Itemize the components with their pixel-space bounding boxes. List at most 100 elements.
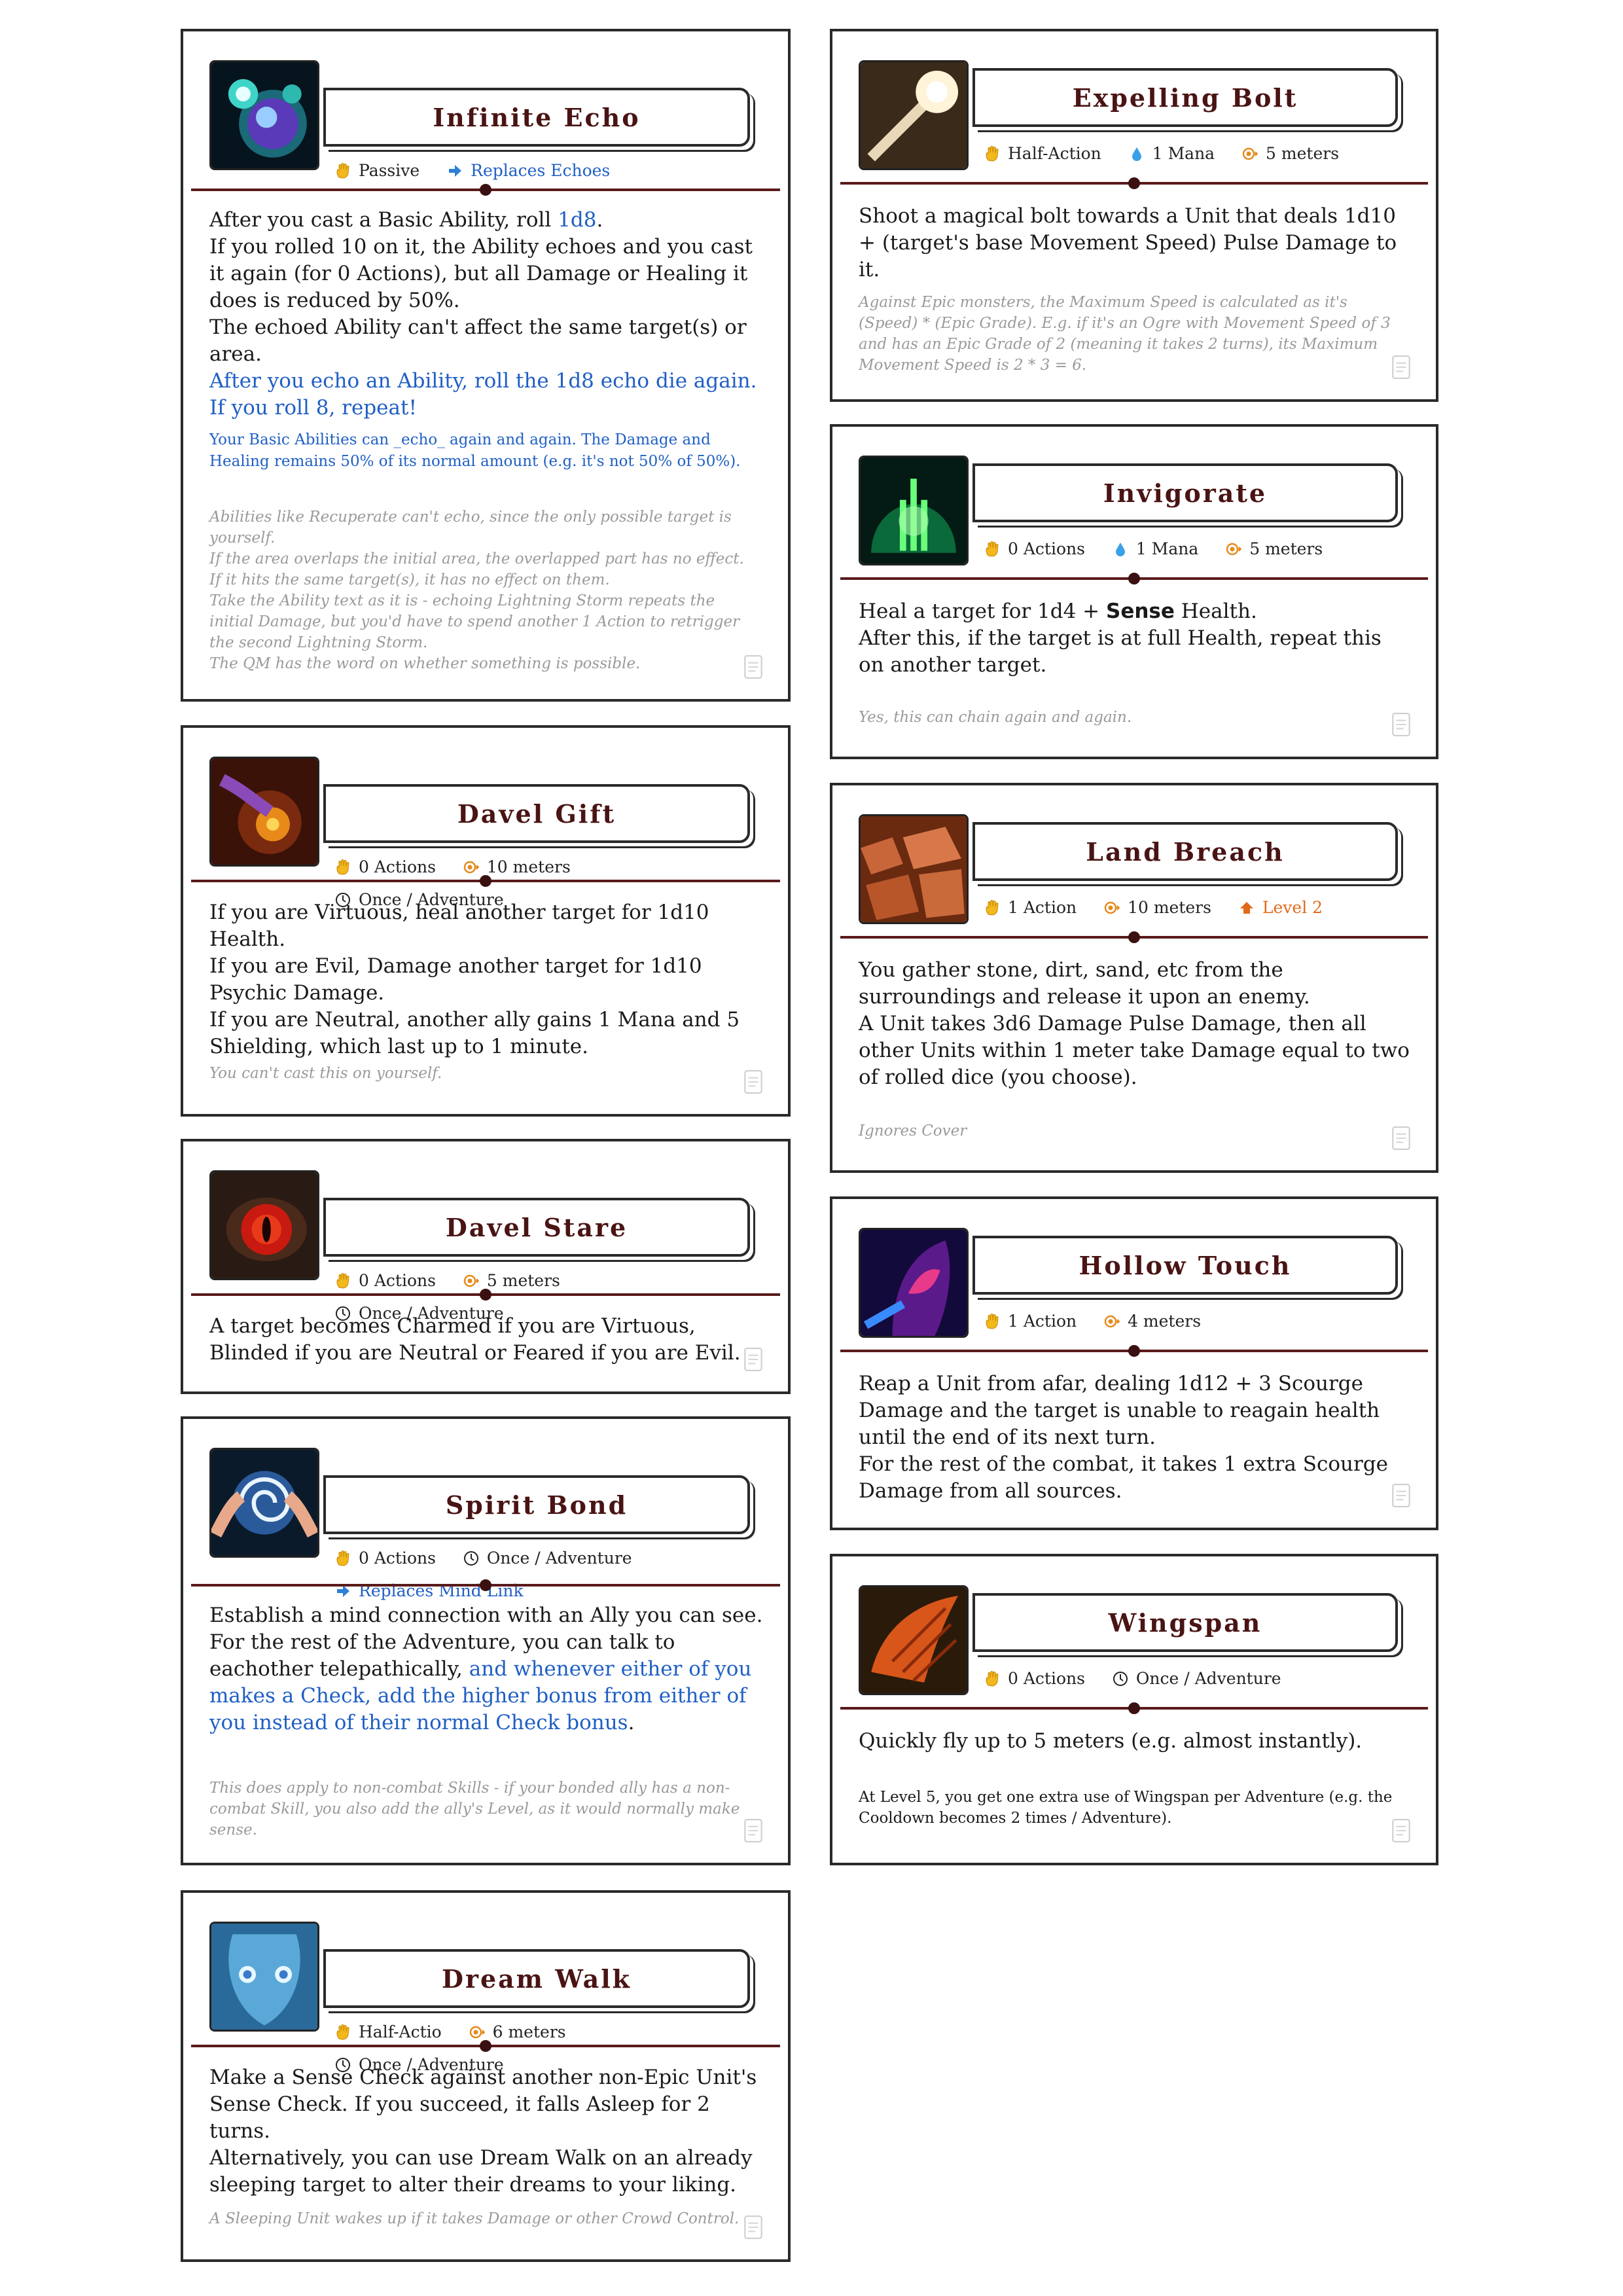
gift-hand-icon bbox=[209, 757, 319, 867]
hand-icon bbox=[986, 1314, 999, 1329]
card-note: At Level 5, you get one extra use of Win… bbox=[859, 1789, 1393, 1827]
hand-icon bbox=[336, 2024, 349, 2040]
card-body: If you are Virtuous, heal another target… bbox=[209, 901, 740, 1058]
hand-icon bbox=[986, 900, 999, 916]
range-icon bbox=[1226, 543, 1242, 556]
range-icon bbox=[469, 2026, 485, 2039]
ability-card-land-breach: Land Breach 1 Action 10 meters Level 2 Y… bbox=[830, 783, 1438, 1173]
divider bbox=[840, 1345, 1428, 1357]
cooldown-icon bbox=[463, 1551, 478, 1566]
page-icon[interactable] bbox=[743, 1818, 763, 1843]
level-up-icon bbox=[1240, 902, 1253, 914]
page-icon[interactable] bbox=[1391, 1818, 1411, 1843]
ability-card-infinite-echo: Infinite Echo Passive Replaces Echoes Af… bbox=[181, 29, 791, 702]
page-icon[interactable] bbox=[743, 1347, 763, 1372]
hand-icon bbox=[336, 1273, 349, 1289]
hooded-figure-icon bbox=[859, 1228, 969, 1338]
range-icon bbox=[463, 861, 479, 874]
card-title: Davel Gift bbox=[323, 784, 750, 843]
card-body: Establish a mind connection with an Ally… bbox=[209, 1604, 763, 1734]
ability-card-hollow-touch: Hollow Touch 1 Action 4 meters Reap a Un… bbox=[830, 1196, 1438, 1530]
range-icon bbox=[463, 1274, 479, 1287]
card-body: After you cast a Basic Ability, roll 1d8… bbox=[209, 208, 757, 420]
card-tags: Passive Replaces Echoes bbox=[335, 156, 762, 188]
page-icon[interactable] bbox=[1391, 1483, 1411, 1508]
card-footer: Abilities like Recuperate can't echo, si… bbox=[209, 509, 744, 672]
divider bbox=[191, 1289, 780, 1300]
page-icon[interactable] bbox=[1391, 712, 1411, 737]
card-note: Your Basic Abilities can _echo_ again an… bbox=[209, 431, 741, 470]
divider bbox=[840, 931, 1428, 943]
card-body: You gather stone, dirt, sand, etc from t… bbox=[859, 958, 1410, 1089]
card-footer: Against Epic monsters, the Maximum Speed… bbox=[859, 294, 1391, 374]
card-body: Quickly fly up to 5 meters (e.g. almost … bbox=[859, 1729, 1363, 1753]
card-body: Shoot a magical bolt towards a Unit that… bbox=[859, 204, 1397, 281]
mana-drop-icon bbox=[1132, 147, 1141, 161]
card-footer: Yes, this can chain again and again. bbox=[859, 709, 1132, 726]
hand-icon bbox=[336, 1551, 349, 1566]
card-tags: 0 Actions Once / Adventure bbox=[984, 1664, 1410, 1696]
card-tags: 1 Action 4 meters bbox=[984, 1306, 1410, 1339]
card-title: Davel Stare bbox=[323, 1198, 750, 1257]
range-icon bbox=[1242, 147, 1258, 160]
page-icon[interactable] bbox=[1391, 355, 1411, 380]
ability-card-davel-stare: Davel Stare 0 Actions 5 meters Once / Ad… bbox=[181, 1139, 791, 1394]
card-footer: You can't cast this on yourself. bbox=[209, 1065, 442, 1082]
ability-card-wingspan: Wingspan 0 Actions Once / Adventure Quic… bbox=[830, 1554, 1438, 1865]
page-icon[interactable] bbox=[743, 2215, 763, 2240]
ability-card-expelling-bolt: Expelling Bolt Half-Action 1 Mana 5 mete… bbox=[830, 29, 1438, 402]
red-eye-icon bbox=[209, 1170, 319, 1280]
hand-icon bbox=[986, 1671, 999, 1687]
page-icon[interactable] bbox=[743, 655, 763, 679]
divider bbox=[840, 177, 1428, 189]
range-icon bbox=[1104, 901, 1120, 914]
divider bbox=[191, 1579, 780, 1591]
divider bbox=[191, 875, 780, 887]
card-tags: Half-Action 1 Mana 5 meters bbox=[984, 139, 1410, 171]
bolt-icon bbox=[859, 60, 969, 170]
divider bbox=[840, 573, 1428, 584]
orb-echo-icon bbox=[209, 60, 319, 170]
card-tags: 0 Actions 1 Mana 5 meters bbox=[984, 534, 1410, 567]
card-footer: Ignores Cover bbox=[859, 1122, 967, 1139]
mana-drop-icon bbox=[1115, 543, 1125, 556]
card-title: Land Breach bbox=[972, 822, 1398, 881]
card-title: Infinite Echo bbox=[323, 88, 750, 147]
card-tags: 0 Actions Once / Adventure Replaces Mind… bbox=[335, 1543, 762, 1609]
ability-card-invigorate: Invigorate 0 Actions 1 Mana 5 meters Hea… bbox=[830, 424, 1438, 759]
card-title: Spirit Bond bbox=[323, 1475, 750, 1534]
card-body: Reap a Unit from afar, dealing 1d12 + 3 … bbox=[859, 1372, 1388, 1503]
spirit-hands-icon bbox=[209, 1448, 319, 1558]
green-dome-icon bbox=[859, 456, 969, 565]
rocks-icon bbox=[859, 814, 969, 924]
cooldown-icon bbox=[1113, 1672, 1128, 1686]
ability-card-davel-gift: Davel Gift 0 Actions 10 meters Once / Ad… bbox=[181, 725, 791, 1117]
hand-icon bbox=[336, 859, 349, 875]
card-footer: A Sleeping Unit wakes up if it takes Dam… bbox=[209, 2210, 740, 2227]
page-icon[interactable] bbox=[1391, 1126, 1411, 1151]
page-icon[interactable] bbox=[743, 1069, 763, 1094]
replaces-arrow-icon bbox=[449, 165, 462, 177]
wing-icon bbox=[859, 1585, 969, 1695]
range-icon bbox=[1104, 1315, 1120, 1328]
card-body: Heal a target for 1d4 + Sense Health. Af… bbox=[859, 600, 1382, 677]
card-footer: This does apply to non-combat Skills - i… bbox=[209, 1780, 740, 1839]
card-title: Wingspan bbox=[972, 1593, 1398, 1652]
replaces-tag: Replaces Echoes bbox=[447, 156, 610, 186]
card-title: Invigorate bbox=[972, 463, 1398, 522]
card-title: Dream Walk bbox=[323, 1949, 750, 2008]
card-body: Make a Sense Check against another non-E… bbox=[209, 2066, 757, 2197]
hand-icon bbox=[336, 163, 349, 179]
ability-card-dream-walk: Dream Walk Half-Actio 6 meters Once / Ad… bbox=[181, 1890, 791, 2262]
hand-icon bbox=[986, 146, 999, 162]
passive-tag: Passive bbox=[335, 156, 419, 186]
divider bbox=[840, 1702, 1428, 1714]
divider bbox=[191, 2040, 780, 2052]
ability-card-spirit-bond: Spirit Bond 0 Actions Once / Adventure R… bbox=[181, 1416, 791, 1865]
card-tags: 1 Action 10 meters Level 2 bbox=[984, 893, 1410, 925]
blue-face-icon bbox=[209, 1922, 319, 2032]
card-body: A target becomes Charmed if you are Virt… bbox=[209, 1314, 741, 1365]
divider bbox=[191, 184, 780, 196]
hand-icon bbox=[986, 541, 999, 557]
card-title: Expelling Bolt bbox=[972, 68, 1398, 127]
